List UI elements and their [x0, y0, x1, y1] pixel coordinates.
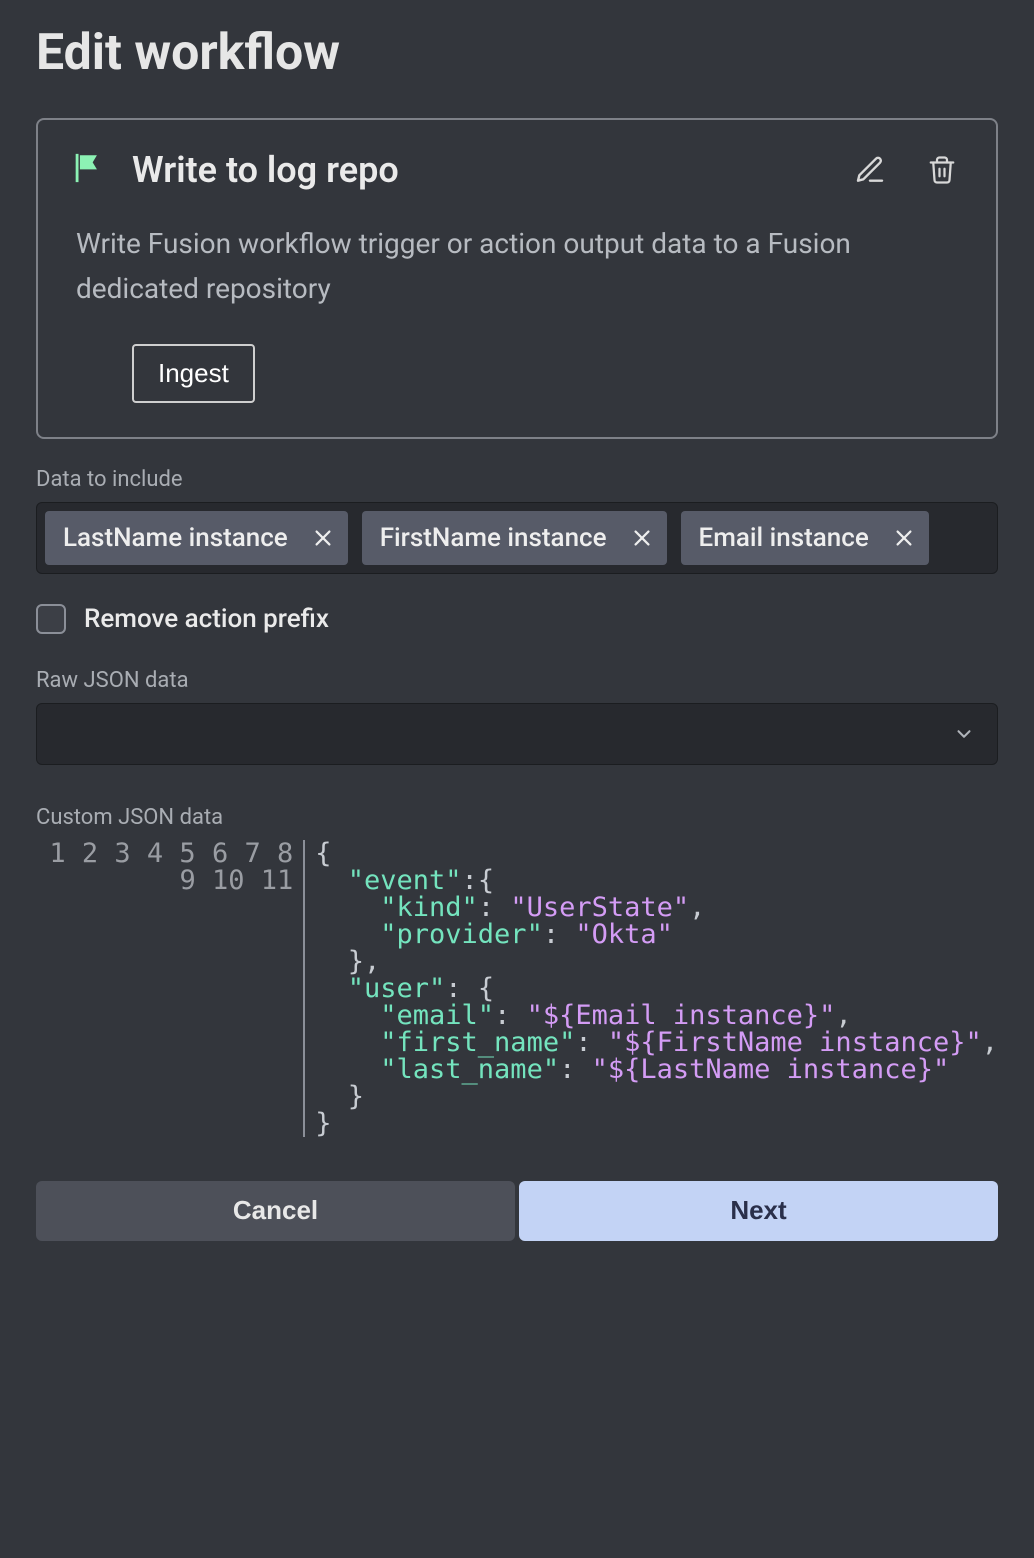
line-gutter: 1 2 3 4 5 6 7 8 9 10 11: [36, 840, 305, 1137]
data-to-include-input[interactable]: LastName instance FirstName instance Email…: [36, 502, 998, 574]
edit-icon[interactable]: [848, 148, 892, 192]
footer: Cancel Next: [36, 1181, 998, 1241]
chevron-down-icon: [953, 723, 975, 745]
remove-prefix-label: Remove action prefix: [84, 604, 329, 634]
tag-label: Email instance: [699, 523, 869, 553]
page-title: Edit workflow: [36, 24, 998, 82]
workflow-card: Write to log repo Write Fusion workflow …: [36, 118, 998, 439]
raw-json-label: Raw JSON data: [36, 668, 998, 693]
tag-item: LastName instance: [45, 511, 348, 565]
tag-item: FirstName instance: [362, 511, 667, 565]
remove-prefix-checkbox[interactable]: [36, 604, 66, 634]
custom-json-editor[interactable]: 1 2 3 4 5 6 7 8 9 10 11 { "event":{ "kin…: [36, 840, 998, 1137]
flag-icon: [70, 151, 104, 189]
custom-json-label: Custom JSON data: [36, 805, 998, 830]
card-header: Write to log repo: [70, 148, 964, 192]
card-description: Write Fusion workflow trigger or action …: [70, 222, 964, 312]
delete-icon[interactable]: [920, 148, 964, 192]
tag-remove-icon[interactable]: [312, 527, 334, 549]
cancel-button[interactable]: Cancel: [36, 1181, 515, 1241]
tag-remove-icon[interactable]: [631, 527, 653, 549]
code-content[interactable]: { "event":{ "kind": "UserState", "provid…: [305, 840, 998, 1137]
next-button[interactable]: Next: [519, 1181, 998, 1241]
data-to-include-label: Data to include: [36, 467, 998, 492]
card-actions: [848, 148, 964, 192]
tag-item: Email instance: [681, 511, 929, 565]
tag-remove-icon[interactable]: [893, 527, 915, 549]
raw-json-dropdown[interactable]: [36, 703, 998, 765]
ingest-button[interactable]: Ingest: [132, 344, 255, 403]
card-title: Write to log repo: [132, 149, 820, 191]
remove-prefix-row: Remove action prefix: [36, 604, 998, 634]
tag-label: LastName instance: [63, 523, 288, 553]
tag-label: FirstName instance: [380, 523, 607, 553]
